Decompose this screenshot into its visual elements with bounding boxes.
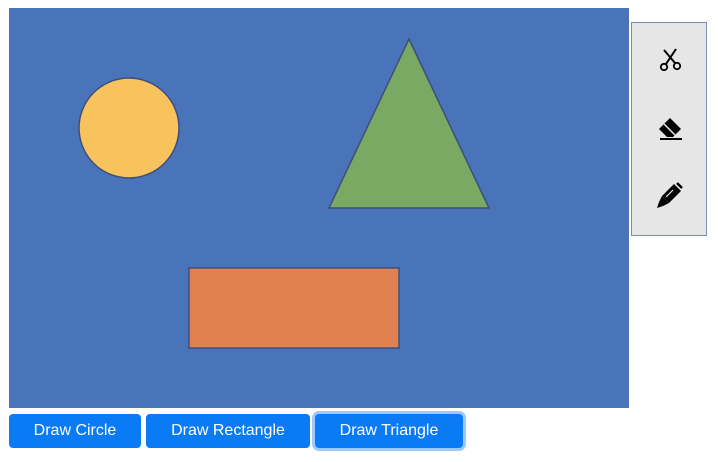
eraser-tool[interactable] bbox=[650, 107, 690, 147]
shape-rectangle[interactable] bbox=[188, 267, 400, 349]
scissors-tool[interactable] bbox=[650, 39, 690, 79]
shape-triangle[interactable] bbox=[327, 37, 491, 209]
shape-circle[interactable] bbox=[78, 77, 180, 179]
draw-rectangle-button[interactable]: Draw Rectangle bbox=[146, 414, 310, 448]
draw-triangle-button[interactable]: Draw Triangle bbox=[315, 414, 463, 448]
eraser-icon bbox=[659, 118, 682, 140]
drawing-canvas[interactable] bbox=[9, 8, 629, 408]
marker-icon bbox=[657, 182, 683, 208]
draw-circle-button[interactable]: Draw Circle bbox=[9, 414, 141, 448]
canvas-surface[interactable] bbox=[9, 8, 629, 408]
scissors-icon bbox=[659, 48, 682, 72]
marker-tool[interactable] bbox=[650, 175, 690, 215]
tool-palette bbox=[631, 22, 707, 236]
